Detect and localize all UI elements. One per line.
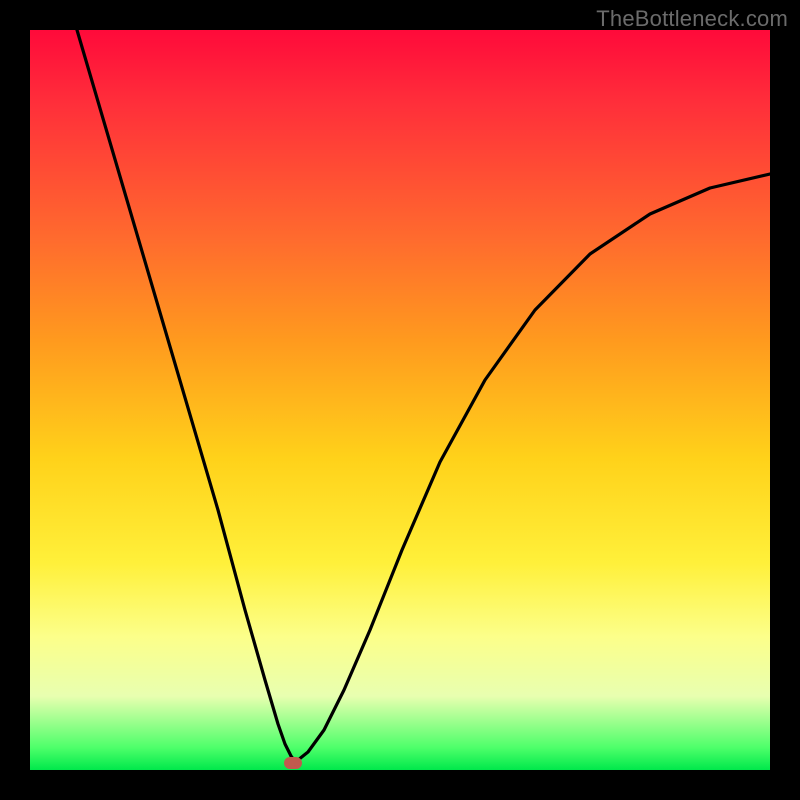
curve-path [77, 30, 770, 760]
chart-stage: TheBottleneck.com [0, 0, 800, 800]
bottleneck-curve [30, 30, 770, 770]
plot-area [30, 30, 770, 770]
watermark-text: TheBottleneck.com [596, 6, 788, 32]
vertex-marker [284, 757, 302, 769]
